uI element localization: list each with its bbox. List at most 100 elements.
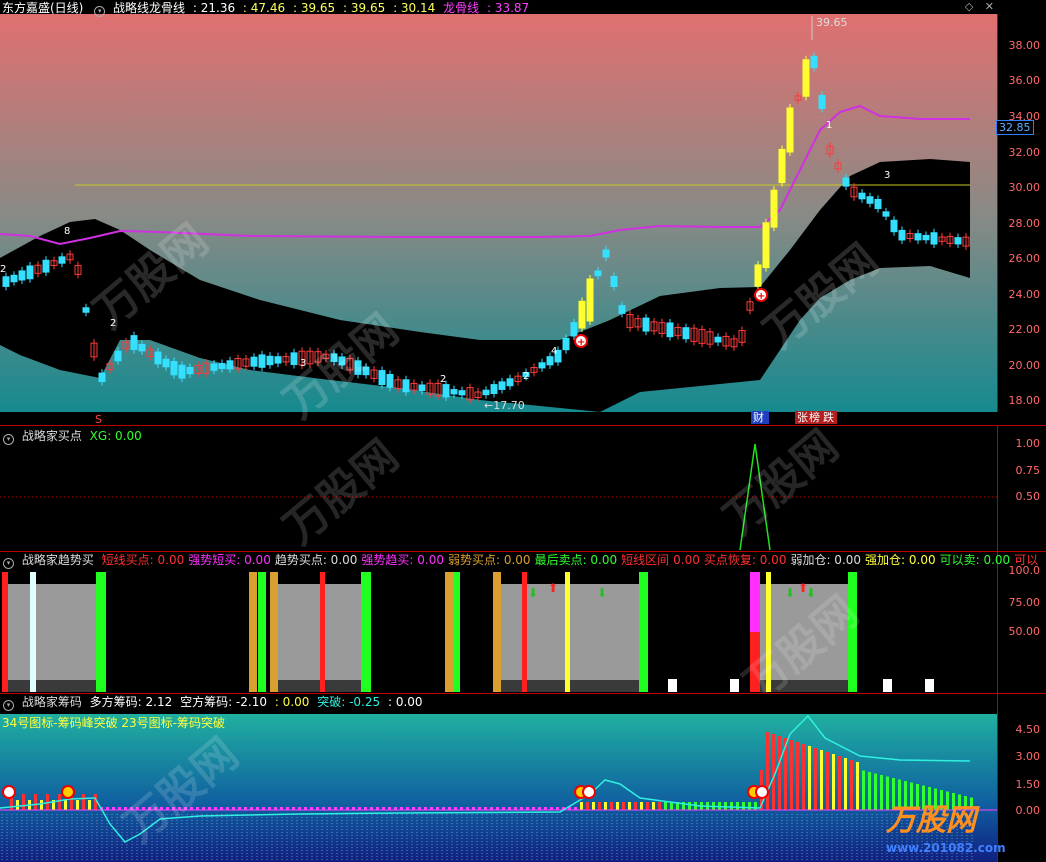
v2-value: : 0.00 — [387, 695, 423, 709]
chip-bar — [880, 775, 883, 810]
watermark-text: 万股网 — [714, 426, 848, 544]
close-icon[interactable]: ✕ — [985, 0, 994, 13]
candle-body — [178, 364, 186, 379]
candle-body — [682, 327, 690, 340]
signal-bar — [270, 572, 278, 692]
legend-item: 强势短买: 0.00 — [188, 553, 271, 567]
wave-num-label: 2 — [440, 374, 446, 385]
chip-bar — [34, 794, 37, 810]
stock-title[interactable]: 东方嘉盛(日线) — [2, 1, 83, 15]
chip-bar — [76, 800, 79, 810]
current-price-box: 32.85 — [996, 120, 1034, 135]
chip-subheader: 34号图标-筹码峰突破 23号图标-筹码突破 — [2, 716, 226, 730]
price-tick: 22.00 — [1008, 323, 1041, 336]
candle-body — [82, 307, 90, 313]
chip-bar — [724, 802, 727, 810]
candle-body — [714, 336, 722, 343]
candle-body — [546, 356, 554, 366]
chip-bar — [22, 794, 25, 810]
signal-bar — [883, 679, 892, 692]
expand-icon[interactable]: ▾ — [3, 558, 14, 569]
candle-body — [274, 356, 282, 364]
buy-point-header: ▾ 战略家买点 XG: 0.00 — [0, 428, 146, 445]
chip-bar — [862, 770, 865, 810]
candle-body — [922, 234, 930, 241]
axis-tick: 0.75 — [1015, 464, 1041, 477]
xg-value: XG: 0.00 — [89, 429, 142, 443]
candle-body — [866, 196, 874, 204]
expand-icon[interactable]: ▾ — [3, 434, 14, 445]
candle-body — [786, 107, 794, 153]
candle-body — [250, 356, 258, 367]
candle-body — [914, 233, 922, 241]
price-tick: 32.00 — [1008, 146, 1041, 159]
val-4: : 39.65 — [343, 1, 386, 15]
svg-text:⬇: ⬇ — [785, 586, 795, 600]
chip-bar — [670, 802, 673, 810]
tag-cai-text: 财 — [753, 410, 764, 424]
chip-bar — [16, 800, 19, 810]
main-chart-panel[interactable]: + + S 39.65 ←17.70 2 8 2 3 2 2 4 1 3 财 张… — [0, 0, 1046, 425]
signal-bar — [565, 572, 570, 692]
chip-bar — [64, 800, 67, 810]
legend-item: 短线买点: 0.00 — [101, 553, 185, 567]
chip-bar — [580, 802, 583, 810]
trend-buy-header: ▾ 战略家趋势买 短线买点: 0.00 强势短买: 0.00 趋势买点: 0.00 强… — [0, 552, 1046, 569]
chip-bar — [598, 802, 601, 810]
legend-item: 0.00 — [673, 553, 700, 567]
signal-bar — [2, 572, 8, 692]
legend-item: 最后卖点: 0.00 — [534, 553, 618, 567]
candle-body — [506, 378, 514, 387]
candle-body — [482, 389, 490, 396]
axis-tick: 4.50 — [1015, 723, 1041, 736]
chip-bar — [766, 732, 769, 810]
expand-icon[interactable]: ▾ — [94, 6, 106, 17]
axis-tick: 1.00 — [1015, 437, 1041, 450]
candle-body — [386, 373, 394, 388]
candlestick-chart[interactable]: + + S 39.65 ←17.70 2 8 2 3 2 2 4 1 3 财 张… — [0, 0, 1046, 425]
val-1: : 21.36 — [192, 1, 236, 15]
buy-point-chart: 万股网 万股网 — [0, 426, 998, 551]
signal-bar — [925, 679, 934, 692]
chip-bar — [826, 752, 829, 810]
candle-body — [570, 322, 578, 337]
chip-bar — [610, 802, 613, 810]
svg-text:⬆: ⬆ — [548, 581, 558, 595]
val-5: : 30.14 — [393, 1, 436, 15]
chip-panel[interactable]: 万股网 万股网 www.201082.com ▾ 战略家筹码 多方筹码: 2.1… — [0, 694, 1046, 862]
chip-bar — [586, 802, 589, 810]
panel-title[interactable]: 战略家买点 — [22, 429, 82, 443]
buy-point-panel[interactable]: 万股网 万股网 ▾ 战略家买点 XG: 0.00 1.00 0.75 0.50 — [0, 426, 1046, 551]
low-label: ←17.70 — [484, 399, 525, 412]
chip-bar — [856, 762, 859, 810]
legend-item: 可以 — [1014, 553, 1039, 567]
tag-die-text: 跌 — [823, 410, 834, 424]
chip-bar — [730, 802, 733, 810]
candle-body — [450, 389, 458, 395]
wave-num-label: 1 — [826, 120, 832, 131]
legend-item: 强势趋买: 0.00 — [361, 553, 444, 567]
tupo-value: 突破: -0.25 — [317, 695, 381, 709]
chip-bar — [622, 802, 625, 810]
main-header: 东方嘉盛(日线) ▾ 战略线龙骨线 : 21.36 : 47.46 : 39.6… — [0, 0, 533, 17]
chip-bar — [736, 802, 739, 810]
trend-buy-panel[interactable]: ⬇ ⬆ ⬇ ⬇ ⬆ ⬇ 万股网 ▾ 战略家趋势买 短线买点: 0.00 强势短买:… — [0, 552, 1046, 693]
chip-bar — [844, 758, 847, 810]
chip-bar — [838, 756, 841, 810]
panel-title[interactable]: 战略家趋势买 — [22, 553, 94, 567]
candle-body — [218, 363, 226, 369]
diamond-icon[interactable]: ◇ — [965, 0, 973, 13]
wave-num-label: 2 — [523, 371, 529, 382]
axis-tick: 1.50 — [1015, 778, 1041, 791]
legend-item: 弱势买点: 0.00 — [447, 553, 531, 567]
chip-bar — [850, 760, 853, 810]
signal-bar — [453, 572, 460, 692]
signal-bar — [668, 679, 677, 692]
chip-header: ▾ 战略家筹码 多方筹码: 2.12 空方筹码: -2.10 : 0.00 突破… — [0, 694, 427, 711]
candle-body — [98, 372, 106, 383]
indicator-name[interactable]: 战略线龙骨线 — [113, 1, 185, 15]
axis-tick: 0.50 — [1015, 490, 1041, 503]
expand-icon[interactable]: ▾ — [3, 700, 14, 711]
chip-bar — [592, 802, 595, 810]
panel-title[interactable]: 战略家筹码 — [22, 695, 82, 709]
